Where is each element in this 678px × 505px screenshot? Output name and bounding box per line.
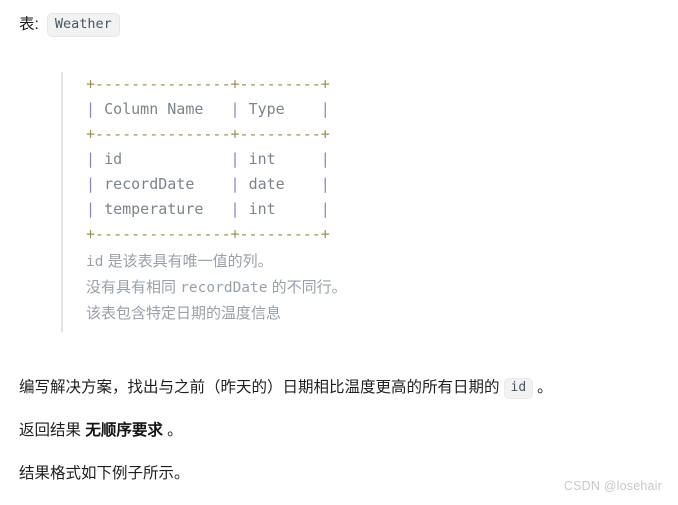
schema-note-text-0: 是该表具有唯一值的列。 [107, 253, 273, 270]
schema-note-line-1: 没有具有相同 recordDate 的不同行。 [86, 275, 621, 301]
ascii-bar: | [122, 150, 249, 168]
ascii-header-type: Type [248, 100, 285, 118]
ascii-bar: | [284, 100, 330, 118]
ascii-bar: | [194, 175, 249, 193]
ascii-row-1-column-name: recordDate [104, 175, 195, 193]
ascii-separator-top: +---------------+---------+ [86, 75, 330, 93]
schema-note-line-0: id 是该表具有唯一值的列。 [86, 249, 621, 275]
ascii-separator-bottom: +---------------+---------+ [86, 225, 330, 243]
schema-notes: id 是该表具有唯一值的列。 没有具有相同 recordDate 的不同行。 该… [86, 249, 621, 327]
paragraph-order-period: 。 [167, 422, 183, 439]
schema-ascii-table: +---------------+---------+ | Column Nam… [86, 72, 621, 247]
article-page: 表: Weather +---------------+---------+ |… [0, 0, 678, 505]
ascii-bar: | [203, 100, 249, 118]
ascii-bar: | [203, 200, 249, 218]
ascii-bar: | [284, 175, 330, 193]
schema-note-prefix-1: 没有具有相同 [86, 279, 177, 296]
paragraph-task-text: 编写解决方案，找出与之前（昨天的）日期相比温度更高的所有日期的 [19, 379, 500, 396]
ascii-bar: | [86, 150, 105, 168]
table-heading-label: 表: [19, 16, 39, 33]
paragraph-order-emphasis: 无顺序要求 [85, 422, 163, 439]
schema-note-suffix-1: 的不同行。 [271, 279, 347, 296]
paragraph-format-note: 结果格式如下例子所示。 [19, 465, 190, 482]
paragraph-order: 返回结果 无顺序要求 。 [19, 419, 183, 443]
ascii-row-0-type: int [248, 150, 276, 168]
ascii-bar: | [86, 175, 105, 193]
schema-note-code-recorddate: recordDate [180, 280, 268, 296]
paragraph-order-prefix: 返回结果 [19, 422, 82, 439]
ascii-bar: | [86, 100, 105, 118]
ascii-separator-mid: +---------------+---------+ [86, 125, 330, 143]
ascii-header-column-name: Column Name [104, 100, 204, 118]
ascii-row-2-type: int [248, 200, 276, 218]
schema-blockquote: +---------------+---------+ | Column Nam… [61, 72, 621, 332]
paragraph-task: 编写解决方案，找出与之前（昨天的）日期相比温度更高的所有日期的 id。 [19, 376, 553, 400]
paragraph-task-code-badge: id [503, 378, 534, 399]
ascii-bar: | [275, 200, 330, 218]
schema-note-code-id: id [86, 254, 104, 270]
ascii-bar: | [86, 200, 105, 218]
ascii-row-1-type: date [248, 175, 285, 193]
ascii-bar: | [275, 150, 330, 168]
ascii-row-2-column-name: temperature [104, 200, 204, 218]
table-name-badge: Weather [46, 13, 120, 37]
csdn-watermark: CSDN @losehair [563, 479, 662, 493]
paragraph-task-period: 。 [537, 379, 553, 396]
table-heading: 表: Weather [19, 13, 120, 37]
schema-note-line-2: 该表包含特定日期的温度信息 [86, 305, 282, 322]
ascii-row-0-column-name: id [104, 150, 123, 168]
